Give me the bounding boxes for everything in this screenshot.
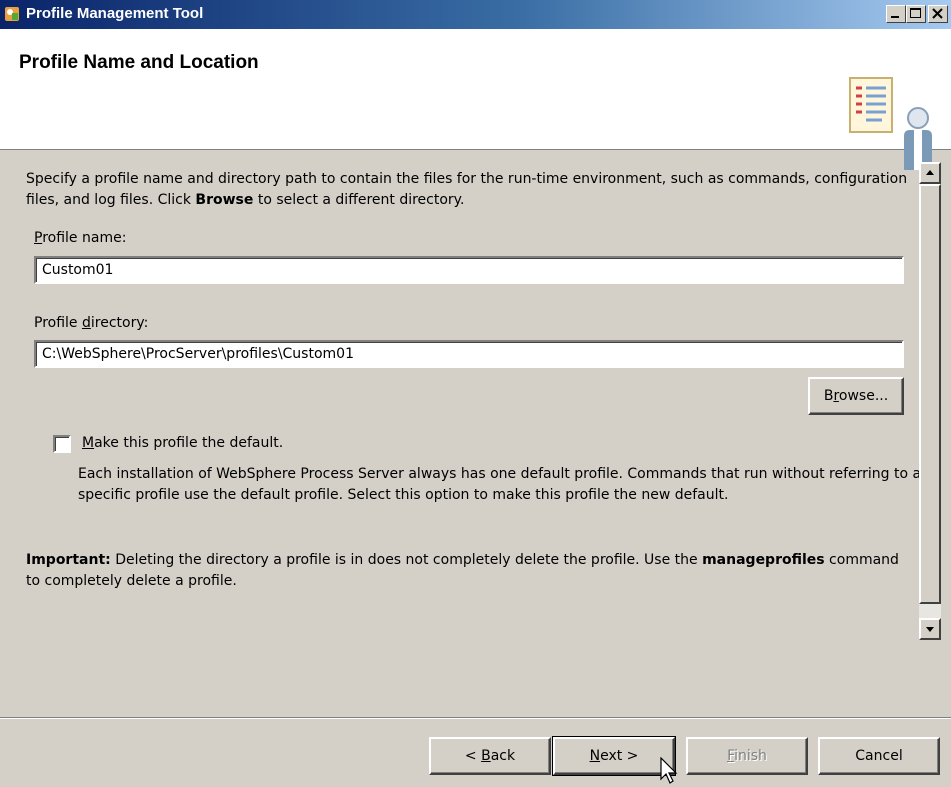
scroll-up-button[interactable] — [919, 162, 941, 184]
scroll-thumb[interactable] — [919, 184, 941, 604]
window-title: Profile Management Tool — [26, 5, 204, 22]
profile-name-label: Profile name: — [34, 230, 127, 246]
page-title: Profile Name and Location — [19, 52, 259, 73]
maximize-button[interactable] — [906, 5, 926, 23]
footer-separator — [0, 717, 951, 719]
wizard-header: Profile Name and Location — [0, 29, 951, 170]
minimize-icon — [891, 16, 899, 18]
close-icon — [932, 8, 943, 19]
scroll-down-button[interactable] — [919, 618, 941, 640]
intro-text: Specify a profile name and directory pat… — [26, 171, 908, 208]
app-icon — [5, 7, 19, 21]
profile-directory-input[interactable]: C:\WebSphere\ProcServer\profiles\Custom0… — [34, 340, 904, 368]
profile-name-input[interactable]: Custom01 — [34, 256, 904, 284]
back-button[interactable]: < Back — [429, 737, 551, 775]
default-profile-label[interactable]: Make this profile the default. — [82, 435, 283, 451]
content-panel: Specify a profile name and directory pat… — [0, 150, 951, 680]
maximize-icon — [910, 8, 921, 18]
cancel-button[interactable]: Cancel — [818, 737, 940, 775]
profile-directory-label: Profile directory: — [34, 315, 149, 331]
scroll-up-icon — [926, 170, 934, 175]
next-button[interactable]: Next > — [552, 736, 676, 776]
minimize-button[interactable] — [886, 5, 906, 23]
scroll-down-icon — [926, 627, 934, 632]
mouse-pointer-icon — [660, 757, 678, 784]
default-profile-checkbox[interactable] — [53, 435, 71, 453]
important-note: Important: Deleting the directory a prof… — [26, 552, 899, 589]
finish-button[interactable]: Finish — [686, 737, 808, 775]
close-button[interactable] — [928, 5, 948, 23]
vertical-scrollbar[interactable] — [919, 162, 941, 640]
title-bar[interactable]: Profile Management Tool — [0, 0, 951, 29]
default-profile-description: Each installation of WebSphere Process S… — [78, 466, 922, 503]
browse-button[interactable]: Browse... — [808, 377, 904, 415]
